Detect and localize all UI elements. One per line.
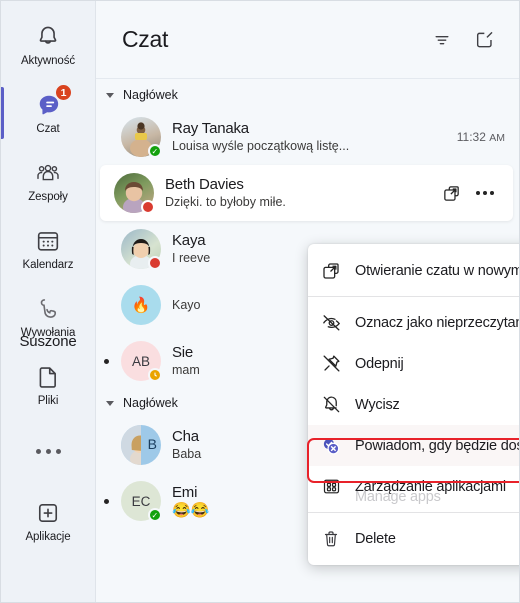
menu-item-label: Wycisz [355,396,400,413]
chat-pane: Czat Nagłówek ✓ Ray Tanaka Louisa wyśle … [96,1,519,602]
chat-item-hover-actions [437,179,499,207]
unpin-icon [320,353,342,375]
rail-item-files[interactable]: Pliki [1,351,96,419]
menu-item-label: Otwieranie czatu w nowym oknie [355,262,520,279]
chat-list-item-beth-davies[interactable]: Beth Davies Dzięki. to byłoby miłe. [100,165,513,221]
teams-chat-window: Aktywność 1 Czat Zespoły Kalendarz Wywoł… [0,0,520,603]
chat-item-name: Beth Davies [165,176,244,193]
active-indicator-bar [1,87,4,139]
menu-item-mute[interactable]: Wycisz [308,384,519,425]
rail-label-calendar: Kalendarz [22,259,74,271]
open-in-new-window-icon [443,185,459,201]
timestamp-ampm: AM [489,132,505,144]
page-title: Czat [122,26,169,52]
menu-item-manage-apps[interactable]: Zarządzanie aplikacjami Manage apps [308,466,519,507]
chat-item-preview: Dzięki. to byłoby miłe. [165,195,286,209]
compose-new-chat-button[interactable] [467,23,501,57]
chat-pane-header: Czat [96,1,519,79]
avatar: 🔥 [121,285,161,325]
rail-item-more[interactable] [1,419,96,487]
menu-separator [308,296,519,297]
chat-item-preview: Louisa wyśle początkową listę... [172,139,350,153]
avatar [121,229,162,270]
calendar-icon [33,226,63,256]
more-ellipsis-icon [33,437,63,467]
fire-emoji-icon: 🔥 [131,297,151,314]
menu-item-unpin[interactable]: Odepnij [308,343,519,384]
menu-item-label: Oznacz jako nieprzeczytane [355,314,520,331]
presence-badge-away [148,368,162,382]
rail-label-chat: Czat [36,123,60,135]
unread-indicator [104,443,109,448]
chat-group-header[interactable]: Nagłówek [96,81,519,109]
compose-new-chat-icon [476,31,493,48]
menu-item-ghost-label: Manage apps [355,489,441,505]
rail-label-apps: Aplikacje [25,531,71,543]
menu-item-label: Delete [355,530,396,547]
unread-indicator [104,358,109,364]
unread-indicator [104,303,109,308]
mark-unread-icon [320,312,342,334]
manage-apps-grid-icon [320,476,342,498]
teams-people-icon [33,158,63,188]
timestamp-value: 11:32 [456,130,486,144]
chat-list-item-ray-tanaka[interactable]: ✓ Ray Tanaka Louisa wyśle początkową lis… [96,109,519,165]
rail-item-teams[interactable]: Zespoły [1,147,96,215]
rail-label-files: Pliki [37,395,59,407]
chat-group-label: Nagłówek [123,396,178,410]
bell-icon [33,22,63,52]
chat-item-text: Ray Tanaka Louisa wyśle początkową listę… [172,119,451,155]
trash-delete-icon [320,528,342,550]
chevron-down-icon [106,400,114,406]
chat-item-text: Beth Davies Dzięki. to byłoby miłe. [165,175,437,211]
chat-icon: 1 [33,84,72,120]
menu-item-notify-when-available[interactable]: Powiadom, gdy będzie dostępne [308,425,519,466]
phone-call-icon [33,294,63,324]
app-rail: Aktywność 1 Czat Zespoły Kalendarz Wywoł… [1,1,96,602]
rail-item-calendar[interactable]: Kalendarz [1,215,96,283]
avatar: EC ✓ [121,481,162,522]
rail-item-calls[interactable]: Wywołania [1,283,96,351]
avatar [114,173,155,214]
presence-badge-available: ✓ [148,144,162,158]
avatar-initials: B [147,436,157,452]
rail-label-calls: Wywołania [20,327,76,339]
chat-item-name: Ray Tanaka [172,120,249,137]
presence-badge-available: ✓ [148,508,162,522]
presence-badge-busy [141,200,155,214]
unread-indicator [104,135,109,140]
unread-indicator [104,247,109,252]
context-menu: Otwieranie czatu w nowym oknie Oznacz ja… [308,244,520,565]
filter-icon [435,35,449,44]
rail-item-apps[interactable]: Aplikacje [1,487,96,555]
rail-label-activity: Aktywność [20,55,76,67]
more-options-icon [476,191,494,195]
chat-item-timestamp: 11:32 AM [457,130,505,144]
menu-item-label: Odepnij [355,355,404,372]
rail-item-chat[interactable]: 1 Czat [1,79,96,147]
presence-badge-busy [148,256,162,270]
avatar: B [121,425,161,465]
chat-unread-badge: 1 [55,84,72,101]
filter-button[interactable] [425,23,459,57]
menu-separator [308,512,519,513]
chat-group-label: Nagłówek [123,88,178,102]
menu-item-delete[interactable]: Delete [308,518,519,559]
chevron-down-icon [106,92,114,98]
more-options-button[interactable] [471,179,499,207]
mute-bell-icon [320,394,342,416]
notify-when-available-icon [320,435,342,457]
menu-item-mark-unread[interactable]: Oznacz jako nieprzeczytane [308,302,520,343]
open-in-new-window-icon [320,260,342,282]
avatar: ✓ [121,117,162,158]
apps-plus-icon [33,498,63,528]
unread-indicator [104,498,109,504]
avatar: AB [121,341,162,382]
rail-label-teams: Zespoły [28,191,68,203]
open-in-new-window-button[interactable] [437,179,465,207]
file-document-icon [33,362,63,392]
rail-item-activity[interactable]: Aktywność [1,11,96,79]
menu-item-label: Powiadom, gdy będzie dostępne [355,437,519,454]
menu-item-open-chat-new-window[interactable]: Otwieranie czatu w nowym oknie [308,250,520,291]
